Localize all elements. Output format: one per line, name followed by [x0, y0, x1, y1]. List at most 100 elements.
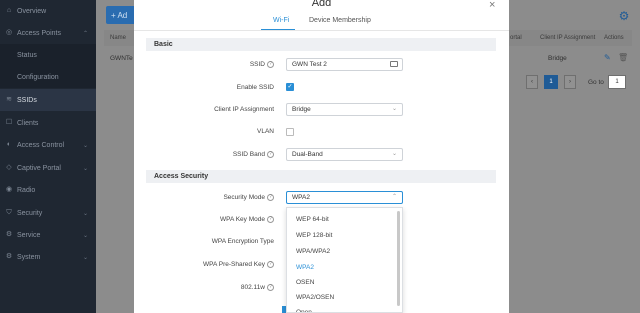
service-icon: ⚙	[5, 231, 13, 238]
ssid-band-value: Dual-Band	[292, 151, 323, 158]
sidebar-item-label: Overview	[17, 7, 47, 15]
sidebar-item-configuration[interactable]: Configuration	[0, 66, 96, 88]
sidebar-item-label: Status	[17, 51, 37, 59]
security-mode-value: WPA2	[292, 194, 310, 201]
sidebar: ⌂ Overview ◎ Access Points ⌃ Status Conf…	[0, 0, 96, 313]
portal-icon: ◇	[6, 164, 12, 171]
chevron-down-icon: ⌄	[82, 210, 88, 217]
wpa-encryption-type-label: WPA Encryption Type	[211, 238, 274, 245]
pager-goto-label: Go to	[588, 79, 604, 86]
pager-next[interactable]: ›	[564, 75, 576, 89]
gear-icon[interactable]: ⚙	[616, 8, 632, 24]
sidebar-item-label: Access Points	[17, 29, 61, 37]
dot11w-label: 802.11w?	[134, 284, 274, 291]
tab-wifi[interactable]: Wi-Fi	[273, 17, 289, 24]
wpa-psk-label-text: WPA Pre-Shared Key	[202, 261, 265, 269]
edit-icon[interactable]: ✎	[604, 53, 611, 62]
option-open[interactable]: Open	[287, 305, 397, 312]
tab-active-indicator	[261, 29, 295, 30]
help-icon[interactable]: ?	[267, 194, 274, 201]
chevron-down-icon: ⌄	[82, 254, 88, 261]
security-mode-label: Security Mode?	[134, 194, 274, 201]
lock-icon: ◐	[6, 141, 12, 148]
modal-title: Add	[311, 0, 332, 9]
sidebar-item-service[interactable]: ⚙ Service ⌄	[0, 224, 96, 246]
sidebar-item-access-control[interactable]: ◐ Access Control ⌄	[0, 134, 96, 156]
chevron-down-icon: ⌄	[82, 165, 88, 172]
ssid-input[interactable]: GWN Test 2	[286, 58, 403, 71]
option-wpa-wpa2[interactable]: WPA/WPA2	[287, 244, 397, 259]
system-icon: ⚙	[5, 253, 13, 260]
sidebar-item-access-points[interactable]: ◎ Access Points ⌃	[0, 22, 96, 44]
sidebar-item-captive-portal[interactable]: ◇ Captive Portal ⌄	[0, 157, 96, 179]
radio-icon: ◉	[5, 186, 13, 193]
ssid-band-select[interactable]: Dual-Band ⌄	[286, 148, 403, 161]
security-mode-label-text: Security Mode	[223, 194, 265, 202]
sidebar-item-label: Service	[17, 231, 41, 239]
ssid-band-label-text: SSID Band	[232, 151, 265, 159]
sidebar-item-radio[interactable]: ◉ Radio	[0, 179, 96, 201]
option-wep-128[interactable]: WEP 128-bit	[287, 228, 397, 243]
column-header-client-ip: Client IP Assignment	[540, 35, 596, 41]
sidebar-item-status[interactable]: Status	[0, 44, 96, 66]
option-wpa2[interactable]: WPA2	[287, 260, 397, 275]
help-icon[interactable]: ?	[267, 284, 274, 291]
option-wpa2-osen[interactable]: WPA2/OSEN	[287, 290, 397, 305]
sidebar-item-ssids[interactable]: ≋ SSIDs	[0, 89, 96, 111]
pager-page[interactable]: 1	[544, 75, 558, 89]
help-icon[interactable]: ?	[267, 261, 274, 268]
row-assignment: Bridge	[548, 55, 567, 62]
vlan-checkbox[interactable]	[286, 128, 294, 136]
column-header-portal: ortal	[510, 35, 522, 41]
pager-prev[interactable]: ‹	[526, 75, 538, 89]
ssid-band-label: SSID Band?	[134, 151, 274, 158]
sidebar-item-clients[interactable]: ☐ Clients	[0, 112, 96, 134]
sidebar-item-label: System	[17, 253, 41, 261]
sidebar-item-security[interactable]: ⛉ Security ⌄	[0, 202, 96, 224]
access-point-icon: ◎	[5, 29, 13, 36]
tab-device-membership[interactable]: Device Membership	[309, 17, 371, 24]
column-header-actions: Actions	[604, 35, 624, 41]
delete-icon[interactable]: 🗑	[618, 53, 628, 62]
enable-ssid-label: Enable SSID	[236, 84, 274, 91]
home-icon: ⌂	[6, 7, 12, 14]
help-icon[interactable]: ?	[267, 151, 274, 158]
chevron-up-icon: ⌃	[391, 194, 397, 200]
column-header-name: Name	[110, 35, 127, 41]
dropdown-scrollbar[interactable]	[397, 211, 400, 306]
help-icon[interactable]: ?	[267, 61, 274, 68]
clients-icon: ☐	[5, 119, 13, 126]
dot11w-label-text: 802.11w	[240, 284, 265, 292]
keyboard-icon	[390, 61, 398, 67]
wpa-key-mode-label-text: WPA Key Mode	[219, 216, 265, 224]
wpa-key-mode-label: WPA Key Mode?	[134, 216, 274, 223]
ssid-value: GWN Test 2	[292, 61, 327, 68]
section-basic: Basic	[146, 38, 496, 51]
chevron-down-icon: ⌄	[391, 106, 397, 112]
sidebar-item-system[interactable]: ⚙ System ⌄	[0, 246, 96, 268]
chevron-down-icon: ⌄	[82, 232, 88, 239]
sidebar-item-label: Security	[17, 209, 43, 217]
vlan-label: VLAN	[257, 128, 274, 135]
enable-ssid-checkbox[interactable]: ✓	[286, 83, 294, 91]
option-wep-64[interactable]: WEP 64-bit	[287, 212, 397, 227]
row-name: GWNTe	[110, 55, 133, 62]
ssid-label: SSID?	[134, 61, 274, 68]
client-ip-assignment-select[interactable]: Bridge ⌄	[286, 103, 403, 116]
sidebar-item-label: Captive Portal	[17, 164, 61, 172]
sidebar-item-overview[interactable]: ⌂ Overview	[0, 0, 96, 22]
sidebar-item-label: Clients	[17, 119, 39, 127]
section-access-security: Access Security	[146, 170, 496, 183]
security-mode-select[interactable]: WPA2 ⌃	[286, 191, 403, 204]
client-ip-assignment-label: Client IP Assignment	[214, 106, 274, 113]
close-icon[interactable]: ×	[489, 0, 495, 11]
option-osen[interactable]: OSEN	[287, 275, 397, 290]
sidebar-item-label: Radio	[17, 186, 36, 194]
add-ssid-modal: Add × Wi-Fi Device Membership Basic SSID…	[134, 0, 509, 313]
sidebar-item-label: Access Control	[17, 141, 65, 149]
chevron-down-icon: ⌄	[391, 151, 397, 157]
pager-goto-input[interactable]: 1	[608, 75, 626, 89]
chevron-up-icon: ⌃	[82, 30, 88, 37]
help-icon[interactable]: ?	[267, 216, 274, 223]
wifi-icon: ≋	[6, 96, 12, 103]
